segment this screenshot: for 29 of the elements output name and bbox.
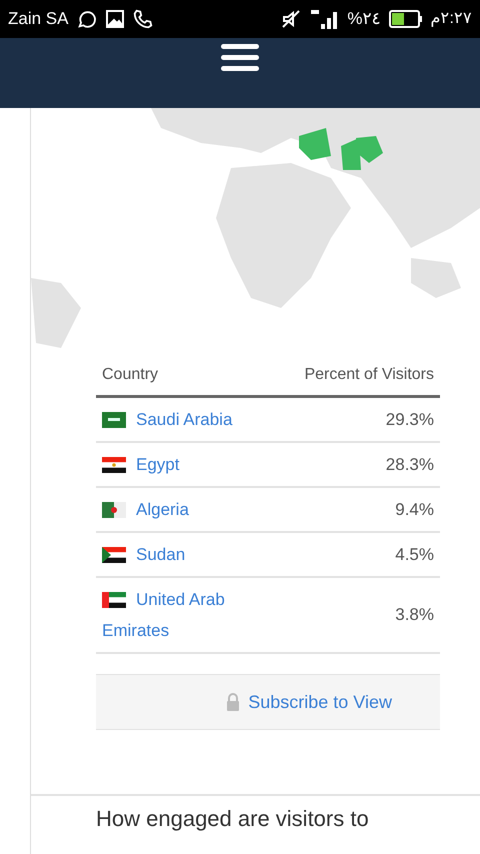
column-header: Country: [102, 365, 158, 385]
flag-icon: [102, 502, 126, 518]
percent-value: 3.8%: [395, 604, 434, 626]
country-link[interactable]: Egypt: [102, 449, 252, 480]
carrier-name: Zain SA: [8, 8, 68, 30]
flag-icon: [102, 457, 126, 473]
country-link[interactable]: United Arab Emirates: [102, 584, 252, 646]
subscribe-link[interactable]: Subscribe to View: [248, 688, 392, 716]
column-header: Percent of Visitors: [304, 365, 434, 385]
battery-percent: %٢٤: [347, 8, 381, 30]
flag-icon: [102, 412, 126, 428]
image-icon: [106, 10, 124, 28]
country-link[interactable]: Saudi Arabia: [102, 404, 252, 435]
country-link[interactable]: Algeria: [102, 494, 252, 525]
country-link[interactable]: Sudan: [102, 539, 252, 570]
phone-icon: [132, 8, 154, 30]
percent-value: 4.5%: [395, 544, 434, 566]
percent-value: 28.3%: [386, 454, 434, 476]
battery-icon: [388, 10, 423, 28]
chat-icon: [76, 8, 98, 30]
clock: ٢:٢٧م: [430, 9, 472, 29]
signal-icon: [309, 8, 340, 30]
flag-icon: [102, 547, 126, 563]
mute-icon: [281, 9, 302, 29]
percent-value: 29.3%: [386, 408, 434, 431]
section-heading: How engaged are visitors to: [96, 806, 369, 831]
percent-value: 9.4%: [395, 498, 434, 521]
flag-icon: [102, 592, 126, 608]
lock-icon: [226, 693, 240, 711]
